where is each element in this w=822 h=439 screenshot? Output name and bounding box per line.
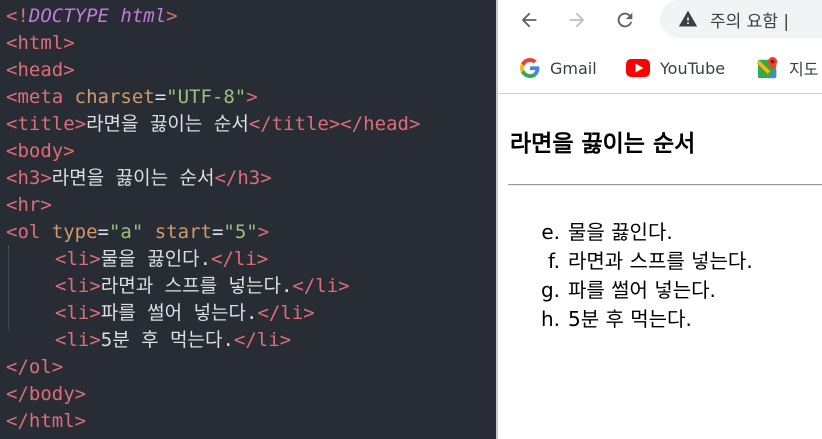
list-item-text: 파를 썰어 넣는다. [568, 278, 716, 302]
forward-button[interactable] [564, 7, 590, 33]
code-token: <html> [6, 32, 75, 54]
code-token: > [166, 5, 178, 27]
maps-icon [757, 57, 778, 79]
code-token: = [211, 221, 224, 243]
code-line[interactable]: <head> [6, 57, 420, 84]
code-token: </li> [292, 275, 350, 297]
list-item: h. 5분 후 먹는다. [510, 305, 753, 334]
code-line[interactable]: <!DOCTYPE html> [6, 3, 420, 30]
address-bar[interactable]: 주의 요함 | [660, 0, 822, 38]
indent-guide [8, 246, 9, 330]
code-token: <li> [55, 275, 101, 297]
code-token: 파를 썰어 넣는다. [100, 302, 258, 324]
code-line[interactable]: <title>라면을 끓이는 순서</title></head> [6, 111, 420, 138]
list-item: f. 라면과 스프를 넣는다. [510, 247, 753, 276]
code-token: </html> [6, 410, 87, 432]
code-line[interactable]: <hr> [6, 192, 420, 219]
code-token: = [97, 221, 109, 243]
code-token: </h3> [214, 167, 272, 189]
arrow-right-icon [569, 12, 585, 28]
page-heading: 라면을 끓이는 순서 [510, 131, 696, 157]
code-token: 물을 끓인다. [100, 248, 212, 270]
list-item-text: 라면과 스프를 넣는다. [568, 249, 753, 273]
code-token: "UTF-8" [166, 86, 247, 108]
code-line[interactable]: </body> [6, 381, 420, 408]
code-token: charset [74, 86, 155, 108]
code-line[interactable]: <body> [6, 138, 420, 165]
bookmark-label: 지도 [789, 60, 819, 79]
code-line[interactable]: <li>라면과 스프를 넣는다.</li> [6, 273, 420, 300]
code-token: </title></head> [248, 113, 421, 135]
horizontal-rule [508, 184, 822, 186]
code-token: start [154, 221, 212, 243]
code-line[interactable]: <li>5분 후 먹는다.</li> [6, 327, 420, 354]
bookmarks-bar: Gmail YouTube 지도 [498, 46, 822, 90]
reload-icon [617, 12, 633, 28]
code-token: </li> [211, 248, 269, 270]
ordered-list: e. 물을 끓인다. f. 라면과 스프를 넣는다. g. 파를 썰어 넣는다. h.… [510, 218, 753, 334]
back-button[interactable] [516, 7, 542, 33]
code-token: <hr> [6, 194, 52, 216]
code-token: <li> [55, 248, 101, 270]
code-token: 5분 후 먹는다. [100, 329, 234, 351]
browser-window: 주의 요함 | Gmail YouTube 지도 라면을 끓이는 순서 e. 물… [498, 0, 822, 439]
list-marker: h. [540, 307, 560, 331]
bookmark-gmail[interactable]: Gmail [520, 55, 597, 81]
code-token: 라면을 끓이는 순서 [51, 167, 215, 189]
code-token: </body> [6, 383, 87, 405]
list-item: e. 물을 끓인다. [510, 218, 753, 247]
code-token: <head> [6, 59, 75, 81]
code-token: <ol [6, 221, 52, 243]
code-token: 라면을 끓이는 순서 [86, 113, 249, 135]
bookmark-youtube[interactable]: YouTube [626, 55, 725, 81]
warning-icon [678, 10, 698, 27]
code-token: <! [6, 5, 29, 27]
code-line[interactable]: <li>파를 썰어 넣는다.</li> [6, 300, 420, 327]
code-token: </li> [233, 329, 292, 351]
code-token: <li> [55, 302, 101, 324]
code-line[interactable]: <html> [6, 30, 420, 57]
address-bar-text: 주의 요함 | [710, 11, 790, 32]
code-token: "a" [108, 221, 144, 243]
list-item-text: 물을 끓인다. [568, 220, 673, 244]
code-token: DOCTYPE html [28, 5, 167, 27]
list-marker: e. [541, 220, 560, 244]
list-item: g. 파를 썰어 넣는다. [510, 276, 753, 305]
list-item-text: 5분 후 먹는다. [568, 307, 692, 331]
bookmark-label: YouTube [660, 58, 726, 78]
toolbar-separator [498, 93, 822, 94]
google-icon [520, 58, 540, 78]
code-line[interactable]: </html> [6, 408, 420, 435]
arrow-left-icon [521, 12, 537, 28]
youtube-icon [626, 59, 650, 77]
code-content[interactable]: <!DOCTYPE html> <html> <head> <meta charset… [6, 3, 420, 435]
list-marker: g. [540, 278, 560, 302]
code-line[interactable]: <meta charset="UTF-8"> [6, 84, 420, 111]
code-token: <meta [6, 86, 75, 108]
code-token: 라면과 스프를 넣는다. [100, 275, 293, 297]
code-line[interactable]: </ol> [6, 354, 420, 381]
code-token: > [246, 86, 258, 108]
bookmark-maps[interactable]: 지도 [757, 55, 818, 81]
code-line[interactable]: <h3>라면을 끓이는 순서</h3> [6, 165, 420, 192]
code-token: <body> [6, 140, 75, 162]
code-line[interactable]: <ol type="a" start="5"> [6, 219, 420, 246]
code-token: <h3> [6, 167, 52, 189]
browser-toolbar: 주의 요함 | [498, 0, 822, 42]
code-token: type [51, 221, 98, 243]
rendered-page: 라면을 끓이는 순서 e. 물을 끓인다. f. 라면과 스프를 넣는다. g. 파를… [508, 124, 822, 331]
reload-button[interactable] [612, 7, 638, 33]
code-token: = [154, 86, 167, 108]
code-token: "5" [223, 221, 258, 243]
code-token: <li> [55, 329, 101, 351]
code-token: > [257, 221, 270, 243]
code-editor[interactable]: <!DOCTYPE html> <html> <head> <meta charset… [0, 0, 496, 439]
code-token: </li> [257, 302, 315, 324]
code-token: </ol> [6, 356, 64, 378]
code-token: <title> [6, 113, 87, 135]
code-line[interactable]: <li>물을 끓인다.</li> [6, 246, 420, 273]
list-marker: f. [548, 249, 560, 273]
bookmark-label: Gmail [550, 58, 597, 78]
